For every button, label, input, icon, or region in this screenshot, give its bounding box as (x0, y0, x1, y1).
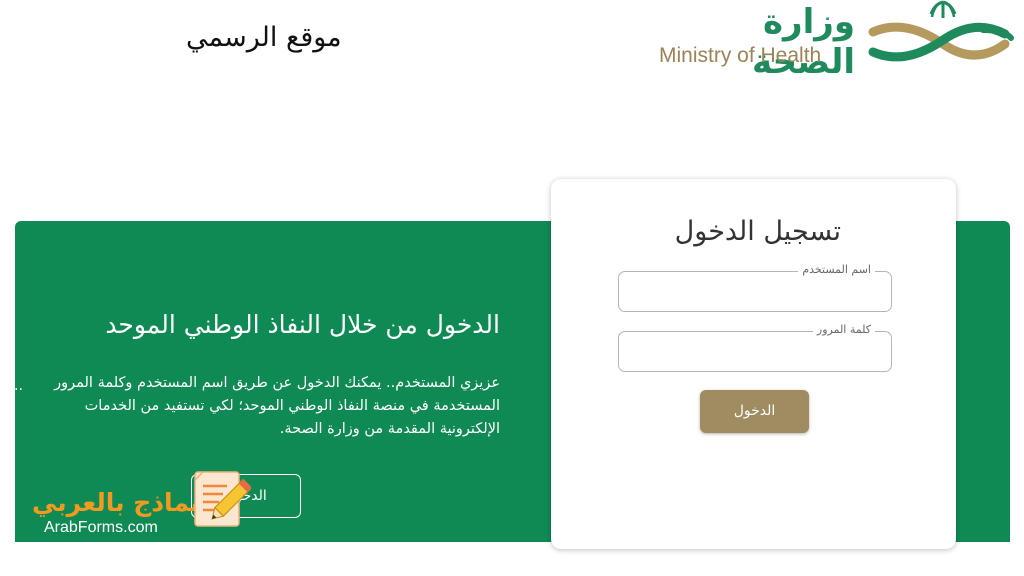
nafath-dots: .. (14, 378, 23, 394)
password-input[interactable] (625, 340, 887, 366)
password-field[interactable]: كلمة المرور (618, 323, 892, 372)
ministry-logo[interactable]: وزارة الصحة Ministry of Health (655, 0, 1020, 82)
password-label: كلمة المرور (812, 323, 875, 336)
site-caption: موقع الرسمي (186, 22, 342, 53)
document-pencil-icon (194, 471, 251, 527)
login-title: تسجيل الدخول (674, 216, 841, 247)
ministry-name-arabic: وزارة الصحة (751, 2, 855, 82)
username-input[interactable] (625, 280, 887, 306)
login-card: تسجيل الدخول اسم المستخدم كلمة المرور ال… (551, 179, 956, 549)
ministry-emblem-icon (868, 0, 1014, 62)
login-submit-button[interactable]: الدخول (700, 390, 809, 433)
username-field[interactable]: اسم المستخدم (618, 263, 892, 312)
ministry-name-english: Ministry of Health (659, 44, 822, 67)
watermark: نماذج بالعربي ArabForms.com (30, 470, 255, 540)
watermark-english-text: ArabForms.com (44, 519, 158, 536)
username-label: اسم المستخدم (798, 263, 875, 276)
nafath-description: عزيزي المستخدم.. يمكنك الدخول عن طريق اس… (54, 375, 500, 437)
nafath-title: الدخول من خلال النفاذ الوطني الموحد (105, 310, 500, 339)
watermark-arabic-text: نماذج بالعربي (32, 488, 200, 517)
